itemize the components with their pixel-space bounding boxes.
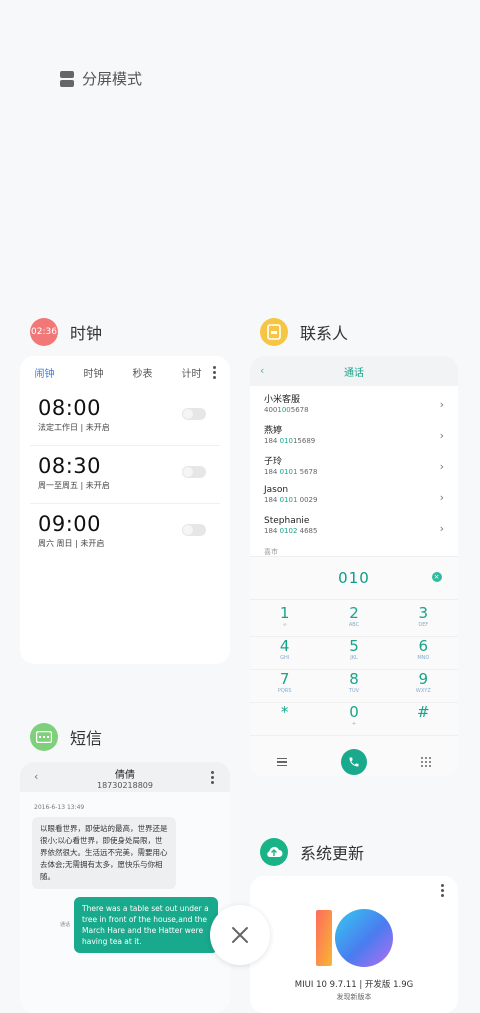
incoming-message[interactable]: 以眼看世界，即使站的最高，世界还是很小;以心看世界，即使身处局限，世界依然很大。… [32, 817, 176, 889]
split-screen-icon [60, 70, 74, 87]
dial-key[interactable]: 5 JKL [319, 637, 389, 670]
list-item[interactable]: 子玲 184 0101 5678 › [264, 454, 444, 485]
dial-key[interactable]: 9 WXYZ [388, 670, 458, 703]
contact-phone: 184 0101 0029 [264, 496, 318, 504]
contacts-icon [260, 318, 288, 346]
dial-key[interactable]: 7 PQRS [250, 670, 320, 703]
sms-contact-phone: 18730218809 [97, 781, 153, 790]
contact-name: Stephanie [264, 516, 310, 526]
contact-name: Jason [264, 485, 289, 495]
contacts-top-bar: ‹ 通话 [250, 356, 458, 386]
contacts-app-header[interactable]: 联系人 [260, 318, 348, 346]
dialpad-toggle-icon[interactable] [421, 757, 431, 767]
outgoing-message[interactable]: There was a table set out under a tree i… [74, 897, 218, 953]
sms-icon [30, 723, 58, 751]
tab-stopwatch[interactable]: 秒表 [133, 365, 153, 380]
menu-icon[interactable] [277, 756, 287, 769]
call-button[interactable] [341, 749, 367, 775]
dial-key[interactable]: 2 ABC [319, 604, 389, 637]
miui-10-logo [316, 909, 393, 967]
contact-phone: 184 0102 4685 [264, 527, 318, 535]
sms-app-card[interactable]: ‹ 倩倩 18730218809 2016-6-13 13:49 以眼看世界，即… [20, 762, 230, 1013]
dial-key[interactable]: * [250, 703, 320, 736]
dial-keypad: 1 ∞ 2 ABC 3 DEF 4 GHI 5 JKL 6 MNO 7 PQRS 8 TUV 9… [250, 600, 458, 740]
sms-app-name: 短信 [70, 729, 103, 748]
alarm-toggle[interactable] [182, 408, 206, 420]
back-icon[interactable]: ‹ [260, 364, 264, 377]
update-version: MIUI 10 9.7.11 | 开发版 1.9G [294, 980, 414, 990]
contacts-app-name: 联系人 [300, 324, 349, 343]
update-app-name: 系统更新 [300, 844, 365, 863]
alarm-desc: 法定工作日 | 未开启 [38, 423, 110, 432]
contact-name: 子玲 [264, 457, 283, 467]
more-icon[interactable] [213, 366, 216, 381]
dial-key[interactable]: 4 GHI [250, 637, 320, 670]
clock-app-name: 时钟 [70, 324, 103, 343]
close-all-button[interactable] [210, 905, 270, 965]
alarm-item[interactable]: 08:00 法定工作日 | 未开启 [30, 388, 220, 446]
split-screen-button[interactable]: 分屏模式 [60, 68, 142, 89]
chevron-right-icon: › [439, 491, 444, 504]
dial-key[interactable]: # [388, 703, 458, 736]
alarm-toggle[interactable] [182, 524, 206, 536]
close-icon [232, 927, 248, 943]
tab-alarm[interactable]: 闹钟 [35, 365, 55, 380]
clock-app-card[interactable]: 闹钟 时钟 秒表 计时 08:00 法定工作日 | 未开启 08:30 周一至周… [20, 356, 230, 664]
cloud-upload-icon [260, 838, 288, 866]
sms-date: 2016-6-13 13:49 [34, 804, 85, 811]
contacts-tab-title[interactable]: 通话 [344, 364, 364, 379]
alarm-desc: 周一至周五 | 未开启 [38, 481, 110, 490]
list-item[interactable]: 燕婷 184 01015689 › [264, 423, 444, 454]
update-status: 发现新版本 [336, 993, 372, 1001]
alarm-desc: 周六 周日 | 未开启 [38, 539, 105, 548]
update-app-header[interactable]: 系统更新 [260, 838, 364, 866]
dial-action-bar [250, 740, 458, 776]
contact-phone: 184 0101 5678 [264, 468, 318, 476]
more-icon[interactable] [441, 884, 444, 899]
dial-key[interactable]: 1 ∞ [250, 604, 320, 637]
clock-app-header[interactable]: 02:36 时钟 [30, 318, 102, 346]
clear-icon[interactable]: × [432, 572, 442, 582]
dial-value: 010 [338, 569, 370, 587]
sms-app-header[interactable]: 短信 [30, 723, 102, 751]
chevron-right-icon: › [439, 522, 444, 535]
outgoing-message-label: 通话 [60, 922, 71, 928]
outgoing-message-row: 通话 There was a table set out under a tre… [20, 897, 230, 953]
contact-phone: 184 01015689 [264, 437, 316, 445]
contact-phone: 4001005678 [264, 406, 309, 414]
chevron-right-icon: › [439, 398, 444, 411]
tab-timer[interactable]: 计时 [182, 365, 202, 380]
contacts-app-card[interactable]: ‹ 通话 小米客服 4001005678 › 燕婷 184 01015689 ›… [250, 356, 458, 776]
alarm-item[interactable]: 09:00 周六 周日 | 未开启 [30, 504, 220, 562]
contact-name: 小米客服 [264, 395, 301, 405]
contacts-list: 小米客服 4001005678 › 燕婷 184 01015689 › 子玲 1… [250, 386, 458, 556]
list-item[interactable]: Stephanie 184 0102 4685 › [264, 516, 444, 547]
back-icon[interactable]: ‹ [34, 770, 38, 783]
dial-key[interactable]: 3 DEF [388, 604, 458, 637]
alarm-toggle[interactable] [182, 466, 206, 478]
phone-icon [349, 757, 359, 767]
tab-clock[interactable]: 时钟 [84, 365, 104, 380]
dial-key[interactable]: 0 + [319, 703, 389, 736]
clock-tabs: 闹钟 时钟 秒表 计时 [20, 356, 230, 388]
chevron-right-icon: › [439, 460, 444, 473]
list-item[interactable]: 小米客服 4001005678 › [264, 392, 444, 423]
dial-key[interactable]: 8 TUV [319, 670, 389, 703]
dial-key[interactable]: 6 MNO [388, 637, 458, 670]
more-icon[interactable] [211, 771, 214, 786]
chevron-right-icon: › [439, 429, 444, 442]
list-item[interactable]: Jason 184 0101 0029 › [264, 485, 444, 516]
sms-conversation-header: ‹ 倩倩 18730218809 [20, 762, 230, 792]
alarm-item[interactable]: 08:30 周一至周五 | 未开启 [30, 446, 220, 504]
update-app-card[interactable]: MIUI 10 9.7.11 | 开发版 1.9G 发现新版本 [250, 876, 458, 1013]
contact-name: 燕婷 [264, 426, 283, 436]
split-screen-label: 分屏模式 [82, 70, 143, 88]
sms-contact-name: 倩倩 [115, 770, 135, 781]
clock-icon: 02:36 [30, 318, 58, 346]
dial-number-display: 010 × [250, 556, 458, 600]
